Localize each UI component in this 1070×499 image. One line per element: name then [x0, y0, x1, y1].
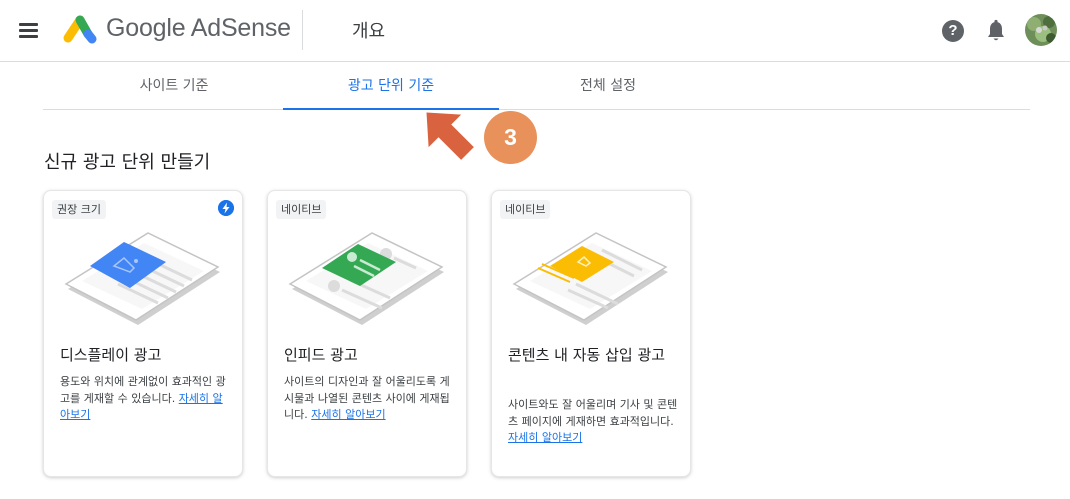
- tab-bar: 사이트 기준 광고 단위 기준 전체 설정: [43, 62, 1030, 110]
- card-title: 인피드 광고: [284, 346, 358, 364]
- notifications-bell-icon[interactable]: [986, 19, 1006, 43]
- card-description: 용도와 위치에 관계없이 효과적인 광고를 게재할 수 있습니다. 자세히 알아…: [60, 375, 226, 421]
- tab-site[interactable]: 사이트 기준: [79, 62, 269, 110]
- header-divider: [302, 10, 303, 50]
- section-title: 신규 광고 단위 만들기: [44, 152, 211, 173]
- display-ad-card[interactable]: 권장 크기 디스플레이 광고 용도와 위치에 관계없이 효과적인 광고를 게재할…: [43, 190, 243, 477]
- tab-global-settings[interactable]: 전체 설정: [513, 62, 703, 110]
- page-title: 개요: [352, 21, 386, 42]
- native-badge: 네이티브: [276, 200, 327, 219]
- recommended-size-badge: 권장 크기: [52, 200, 106, 219]
- card-title: 디스플레이 광고: [60, 346, 162, 364]
- in-feed-ad-illustration: [288, 232, 444, 325]
- help-icon[interactable]: ?: [942, 20, 964, 42]
- in-article-ad-illustration: [512, 232, 668, 325]
- display-ad-illustration: [64, 232, 220, 325]
- lightning-bolt-icon: [218, 200, 234, 216]
- in-article-ad-card[interactable]: 네이티브 콘텐츠 내 자동 삽입 광고 사이트와도 잘 어울리며 기사 및 콘텐…: [491, 190, 691, 477]
- card-title: 콘텐츠 내 자동 삽입 광고: [508, 346, 666, 364]
- app-header: Google AdSense 개요 ?: [0, 0, 1070, 62]
- brand-name[interactable]: Google AdSense: [106, 14, 291, 43]
- adsense-logo-icon[interactable]: [58, 12, 98, 46]
- in-feed-ad-card[interactable]: 네이티브 인피드 광고 사이트의 디자인과 잘 어울리도록 게시물과 나열된 콘…: [267, 190, 467, 477]
- learn-more-link[interactable]: 자세히 알아보기: [311, 408, 385, 421]
- card-description: 사이트의 디자인과 잘 어울리도록 게시물과 나열된 콘텐츠 사이에 게재됩니다…: [284, 375, 450, 421]
- step-number-badge: 3: [484, 111, 537, 164]
- account-avatar[interactable]: [1025, 14, 1057, 46]
- learn-more-link[interactable]: 자세히 알아보기: [508, 431, 582, 444]
- native-badge: 네이티브: [500, 200, 551, 219]
- annotation-arrow-icon: [426, 112, 474, 160]
- hamburger-menu-icon[interactable]: [16, 19, 42, 43]
- card-description: 사이트와도 잘 어울리며 기사 및 콘텐츠 페이지에 게재하면 효과적입니다. …: [508, 398, 678, 444]
